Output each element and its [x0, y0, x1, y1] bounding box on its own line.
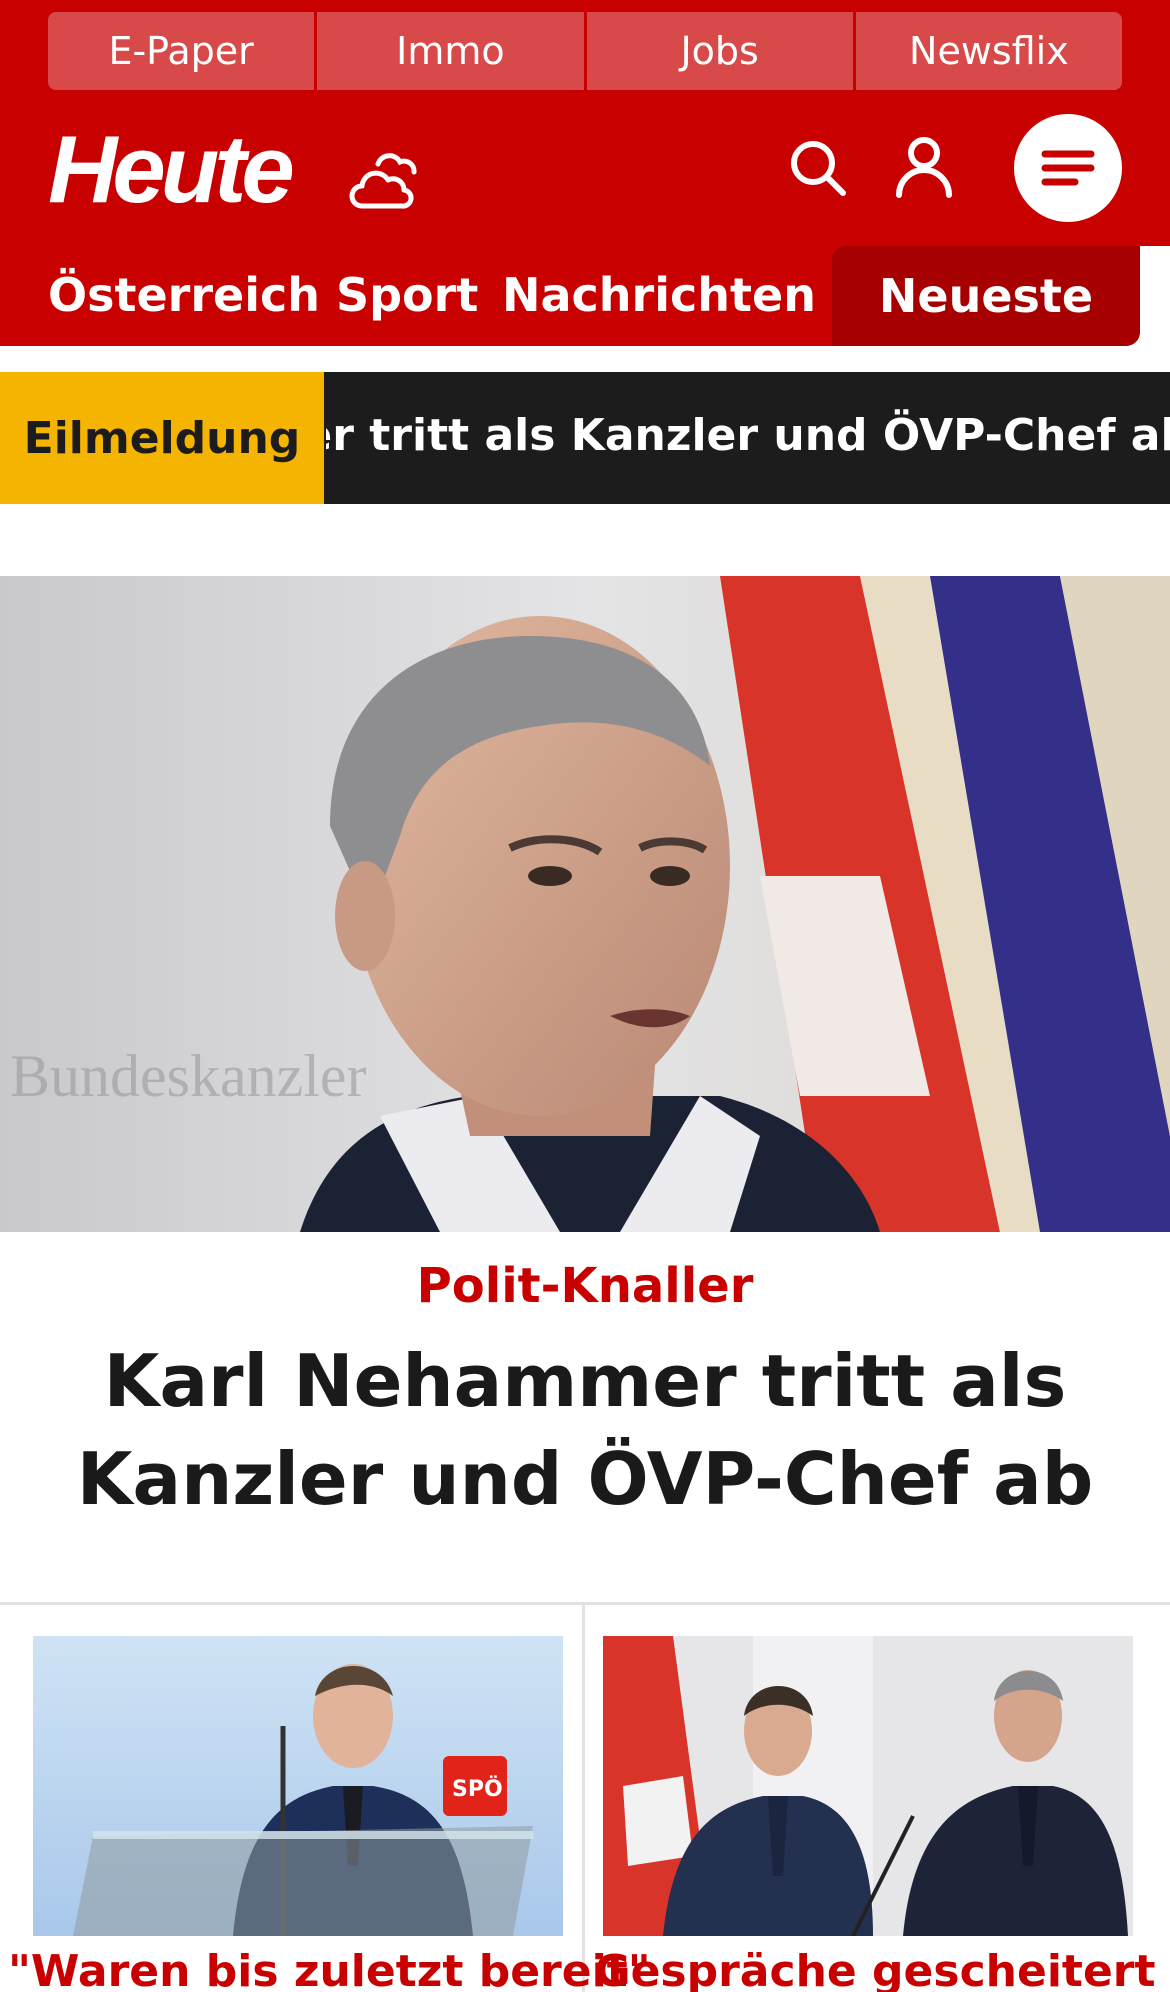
teaser-photo-speaker: SPÖ — [33, 1636, 563, 1936]
ticker-text-window: Karl Nehammer tritt als Kanzler und ÖVP-… — [326, 372, 1170, 504]
breaking-news-ticker[interactable]: Eilmeldung Karl Nehammer tritt als Kanzl… — [0, 372, 1170, 504]
hero-headline[interactable]: Karl Nehammer tritt als Kanzler und ÖVP-… — [20, 1332, 1150, 1528]
hero-image[interactable]: Bundeskanzler — [0, 576, 1170, 1232]
teaser-image[interactable] — [603, 1636, 1133, 1936]
nav-item-neueste[interactable]: Neueste — [832, 246, 1140, 346]
main-nav: Österreich Sport Nachrichten Neueste — [0, 246, 1170, 346]
teaser-image-badge: SPÖ — [452, 1776, 503, 1802]
teaser-image[interactable]: SPÖ — [33, 1636, 563, 1936]
teaser-headline[interactable]: "Waren bis zuletzt bereit" — [8, 1946, 651, 1992]
user-icon[interactable] — [895, 136, 953, 198]
column-divider — [582, 1605, 585, 1992]
util-link-immo[interactable]: Immo — [317, 12, 584, 90]
hero-kicker: Polit-Knaller — [416, 1258, 754, 1314]
site-header: E-Paper Immo Jobs Newsflix Heute — [0, 0, 1170, 246]
menu-icon — [1041, 150, 1095, 186]
site-logo[interactable]: Heute — [48, 122, 295, 218]
search-icon[interactable] — [788, 138, 848, 198]
nav-item-sport[interactable]: Sport — [336, 268, 478, 322]
util-link-epaper[interactable]: E-Paper — [48, 12, 315, 90]
section-divider — [0, 1602, 1170, 1605]
hero-photo: Bundeskanzler — [0, 576, 1170, 1232]
util-link-jobs[interactable]: Jobs — [586, 12, 853, 90]
teaser-photo-two-men — [603, 1636, 1133, 1936]
weather-cloud-icon[interactable] — [348, 150, 420, 214]
ticker-headline[interactable]: Karl Nehammer tritt als Kanzler und ÖVP-… — [326, 410, 1170, 461]
nav-item-oesterreich[interactable]: Österreich — [48, 268, 320, 322]
main-nav-bar: Österreich Sport Nachrichten Neueste — [0, 246, 1140, 346]
utility-nav: E-Paper Immo Jobs Newsflix — [48, 12, 1122, 90]
util-link-newsflix[interactable]: Newsflix — [855, 12, 1122, 90]
nav-item-nachrichten[interactable]: Nachrichten — [502, 268, 816, 322]
menu-button[interactable] — [1014, 114, 1122, 222]
svg-text:Bundeskanzler: Bundeskanzler — [10, 1043, 367, 1109]
ticker-label: Eilmeldung — [0, 372, 324, 504]
teaser-headline[interactable]: Gespräche gescheitert — [585, 1946, 1165, 1992]
